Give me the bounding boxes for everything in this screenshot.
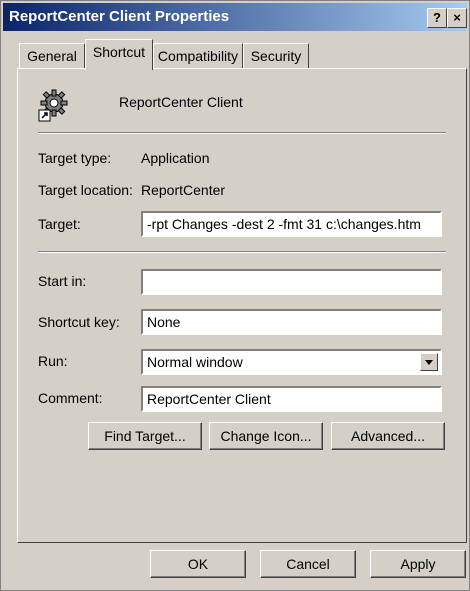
shortcut-name: ReportCenter Client	[119, 94, 243, 110]
start-in-label: Start in:	[38, 273, 87, 289]
shortcut-panel: ReportCenter Client Target type: Applica…	[17, 68, 467, 543]
change-icon-button[interactable]: Change Icon...	[209, 422, 323, 450]
divider	[38, 132, 446, 134]
target-location-value: ReportCenter	[141, 182, 226, 198]
help-button[interactable]: ?	[427, 8, 447, 28]
tab-security[interactable]: Security	[243, 43, 309, 68]
run-select[interactable]: Normal window	[141, 349, 442, 375]
apply-button[interactable]: Apply	[370, 550, 466, 578]
tab-compatibility[interactable]: Compatibility	[153, 43, 243, 68]
find-target-button[interactable]: Find Target...	[88, 422, 202, 450]
cancel-button[interactable]: Cancel	[260, 550, 356, 578]
target-label: Target:	[38, 216, 81, 232]
ok-button[interactable]: OK	[150, 550, 246, 578]
title-bar[interactable]: ReportCenter Client Properties ? ×	[3, 3, 467, 31]
target-location-label: Target location:	[38, 182, 133, 198]
close-button[interactable]: ×	[447, 8, 467, 28]
shortcut-key-label: Shortcut key:	[38, 314, 120, 330]
target-type-value: Application	[141, 150, 210, 166]
tab-shortcut[interactable]: Shortcut	[85, 39, 153, 70]
run-label: Run:	[38, 353, 68, 369]
chevron-down-icon[interactable]	[420, 353, 438, 371]
divider	[38, 251, 446, 253]
run-selected-value: Normal window	[147, 354, 243, 370]
gear-icon	[38, 89, 68, 122]
shortcut-key-field[interactable]: None	[141, 309, 442, 335]
advanced-button[interactable]: Advanced...	[331, 422, 445, 450]
comment-field[interactable]: ReportCenter Client	[141, 386, 442, 412]
target-type-label: Target type:	[38, 150, 112, 166]
tab-general[interactable]: General	[19, 43, 85, 68]
properties-dialog: ReportCenter Client Properties ? × Gener…	[0, 0, 470, 591]
start-in-field[interactable]	[141, 269, 442, 295]
comment-label: Comment:	[38, 390, 103, 406]
window-title: ReportCenter Client Properties	[9, 8, 230, 25]
target-field[interactable]: -rpt Changes -dest 2 -fmt 31 c:\changes.…	[141, 211, 442, 237]
